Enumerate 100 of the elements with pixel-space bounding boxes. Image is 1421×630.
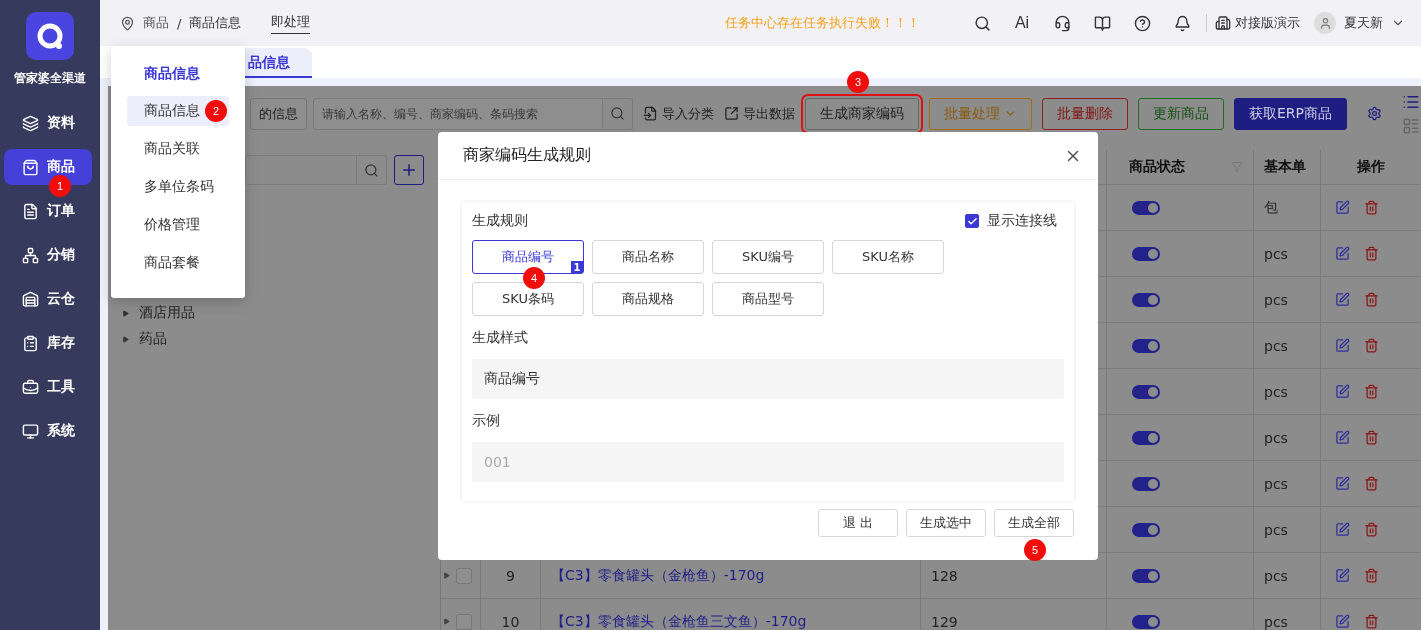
edit-icon[interactable] [1335,430,1350,445]
table-cell: pcs [1264,429,1288,446]
breadcrumb-item[interactable]: 商品 [143,14,169,32]
category-search-field[interactable] [245,155,357,185]
sidebar-label: 分销 [47,246,75,264]
product-name-link[interactable]: 【C3】零食罐头（金枪鱼三文鱼）-170g [551,612,807,630]
edit-icon[interactable] [1335,200,1350,215]
status-toggle[interactable] [1132,476,1160,491]
sidebar-label: 系统 [47,422,75,440]
delete-icon[interactable] [1364,568,1379,583]
edit-icon[interactable] [1335,476,1350,491]
delete-icon[interactable] [1364,246,1379,261]
warehouse-icon [22,290,39,308]
status-toggle[interactable] [1132,522,1160,537]
checkbox[interactable] [965,214,979,228]
table-cell: pcs [1264,245,1288,262]
edit-icon[interactable] [1335,338,1350,353]
caret-right-icon[interactable] [443,572,450,579]
menu-item[interactable]: 商品信息 2 [127,96,229,126]
status-toggle[interactable] [1132,568,1160,583]
edit-icon[interactable] [1335,522,1350,537]
caret-right-icon[interactable] [122,309,129,317]
status-toggle[interactable] [1132,292,1160,307]
toolbar-link[interactable]: 导出数据 [743,104,795,123]
export-icon [724,106,739,121]
sidebar-item[interactable]: 工具 [4,369,92,405]
status-toggle[interactable] [1132,430,1160,445]
toolbar-button[interactable]: 获取ERP商品 [1234,97,1347,130]
sidebar-item[interactable]: 分销 [4,237,92,273]
add-button[interactable] [394,155,424,185]
toolbox-icon [22,378,39,396]
dialog-button[interactable]: 退 出 [818,509,898,537]
order-badge: 1 [571,261,583,273]
rule-option-button[interactable]: 商品规格 [592,282,704,316]
menu-item[interactable]: 价格管理 [127,210,229,240]
sidebar-item[interactable]: 云仓 [4,281,92,317]
caret-right-icon[interactable] [443,618,450,625]
settings-icon[interactable] [1367,106,1382,121]
search-field[interactable]: 请输入名称、编号、商家编码、条码搜索 [313,97,603,130]
rule-option-button[interactable]: 商品编号 1 [472,240,584,274]
dialog-title: 商家编码生成规则 [463,145,591,166]
edit-icon[interactable] [1335,614,1350,629]
toolbar-link[interactable]: 导入分类 [662,104,714,123]
sidebar-label: 资料 [47,114,75,132]
dialog-button[interactable]: 生成全部 [994,509,1074,537]
user-name[interactable]: 夏天新 [1344,14,1383,32]
delete-icon[interactable] [1364,476,1379,491]
status-toggle[interactable] [1132,384,1160,399]
tree-item[interactable]: 药品 [139,330,167,348]
table-cell: 128 [931,567,958,584]
delete-icon[interactable] [1364,200,1379,215]
status-toggle[interactable] [1132,614,1160,629]
style-field[interactable]: 商品编号 [472,359,1064,399]
status-toggle[interactable] [1132,246,1160,261]
edit-icon[interactable] [1335,246,1350,261]
scope-select[interactable]: 的信息 [250,97,307,130]
product-name-link[interactable]: 【C3】零食罐头（金枪鱼）-170g [551,566,765,585]
delete-icon[interactable] [1364,338,1379,353]
caret-right-icon[interactable] [122,335,129,343]
breadcrumb-separator: / [177,15,182,31]
search-button[interactable] [357,155,387,185]
rule-option-button[interactable]: 商品名称 [592,240,704,274]
import-icon [643,106,658,121]
edit-icon[interactable] [1335,384,1350,399]
delete-icon[interactable] [1364,430,1379,445]
sidebar-label: 工具 [47,378,75,396]
sidebar-item[interactable]: 库存 [4,325,92,361]
search-button[interactable] [603,97,633,130]
location-icon [120,15,135,31]
rule-option-button[interactable]: SKU名称 [832,240,944,274]
avatar-icon[interactable] [1314,12,1336,34]
rule-option-button[interactable]: SKU条码 [472,282,584,316]
company-name[interactable]: 对接版演示 [1235,14,1300,32]
ai-button[interactable]: Ai [1006,14,1038,32]
checkbox-label[interactable]: 显示连接线 [987,212,1057,230]
sidebar-item[interactable]: 资料 [4,105,92,141]
step-badge: 5 [1024,539,1046,561]
card-list-icon[interactable] [1402,116,1420,135]
delete-icon[interactable] [1364,522,1379,537]
breadcrumb-item[interactable]: 商品信息 [189,14,242,32]
edit-icon[interactable] [1335,568,1350,583]
rule-option-button[interactable]: SKU编号 [712,240,824,274]
edit-icon[interactable] [1335,292,1350,307]
delete-icon[interactable] [1364,292,1379,307]
dialog-button[interactable]: 生成选中 [906,509,986,537]
menu-item[interactable]: 商品关联 [127,134,229,164]
table-cell: pcs [1264,291,1288,308]
status-toggle[interactable] [1132,200,1160,215]
rule-option-button[interactable]: 商品型号 [712,282,824,316]
menu-item[interactable]: 商品套餐 [127,248,229,278]
building-icon [1215,15,1231,31]
delete-icon[interactable] [1364,614,1379,629]
tree-item[interactable]: 酒店用品 [139,304,195,322]
sidebar-item[interactable]: 系统 [4,413,92,449]
table-cell: pcs [1264,567,1288,584]
status-toggle[interactable] [1132,338,1160,353]
delete-icon[interactable] [1364,384,1379,399]
pending-link[interactable]: 即处理 [271,12,311,34]
search-icon [610,106,625,121]
menu-item[interactable]: 多单位条码 [127,172,229,202]
